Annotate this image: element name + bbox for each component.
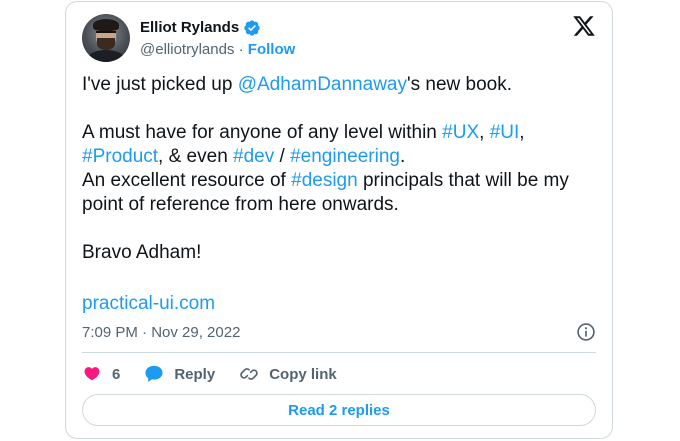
tweet-segment: I've just picked up: [82, 74, 238, 95]
tweet-segment: ,: [519, 122, 525, 143]
tweet-segment: /: [274, 146, 291, 167]
divider: [82, 352, 596, 353]
hashtag-link[interactable]: #design: [291, 170, 358, 191]
like-button[interactable]: 6: [82, 364, 120, 384]
hashtag-link[interactable]: #Product: [82, 146, 158, 167]
action-bar: 6 Reply Copy link: [82, 362, 361, 386]
reply-label: Reply: [174, 365, 216, 383]
tweet-text: I've just picked up @AdhamDannaway's new…: [82, 73, 602, 265]
handle-separator: ·: [234, 41, 248, 58]
follow-link[interactable]: Follow: [248, 41, 296, 58]
tweet-header: Elliot Rylands @elliotrylands · Follow: [82, 14, 596, 64]
avatar[interactable]: [82, 14, 130, 62]
like-count: 6: [112, 365, 121, 383]
link-icon: [240, 368, 258, 380]
author-name[interactable]: Elliot Rylands: [140, 18, 239, 38]
tweet-card: Elliot Rylands @elliotrylands · Follow I…: [65, 1, 613, 439]
hashtag-link[interactable]: #dev: [233, 146, 274, 167]
copy-link-label: Copy link: [269, 365, 337, 383]
external-link[interactable]: practical-ui.com: [82, 292, 215, 316]
hashtag-link[interactable]: #UI: [490, 122, 520, 143]
read-replies-button[interactable]: Read 2 replies: [82, 394, 596, 426]
reply-button[interactable]: Reply: [144, 364, 215, 384]
hashtag-link[interactable]: #engineering: [290, 146, 400, 167]
info-icon[interactable]: [576, 322, 596, 342]
hashtag-link[interactable]: #UX: [442, 122, 479, 143]
mention-link[interactable]: @AdhamDannaway: [238, 74, 407, 95]
heart-icon: [84, 367, 100, 381]
tweet-segment: ,: [479, 122, 490, 143]
reply-icon: [145, 365, 163, 382]
tweet-segment: , & even: [158, 146, 234, 167]
author-handle-row: @elliotrylands · Follow: [140, 40, 295, 60]
x-logo-icon[interactable]: [572, 14, 596, 38]
copy-link-button[interactable]: Copy link: [239, 364, 337, 384]
verified-badge-icon: [244, 20, 260, 36]
tweet-timestamp[interactable]: 7:09 PM · Nov 29, 2022: [82, 323, 240, 343]
author-handle[interactable]: @elliotrylands: [140, 41, 234, 58]
author-name-row[interactable]: Elliot Rylands: [140, 18, 261, 38]
